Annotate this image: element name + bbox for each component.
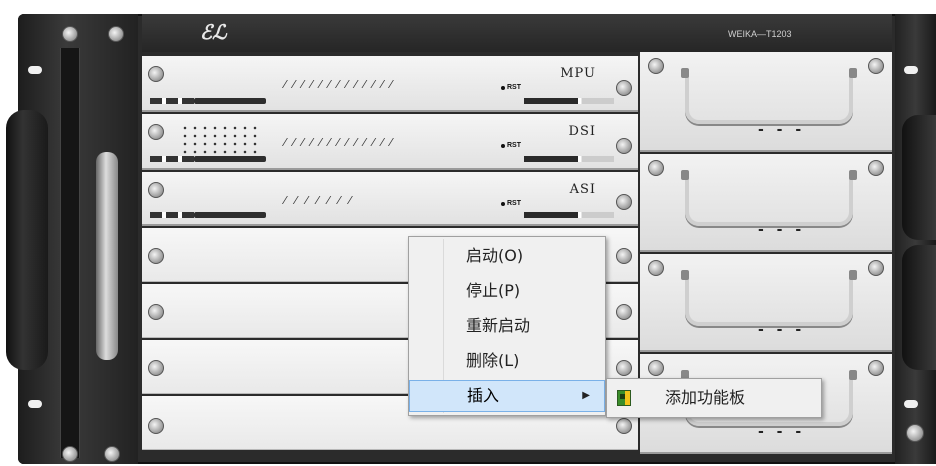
module-handle: [681, 270, 857, 326]
screw-icon: [148, 182, 164, 198]
menu-item-insert[interactable]: 插入 ▶: [409, 380, 605, 412]
screw-icon: [868, 160, 884, 176]
rst-label: RST: [501, 142, 521, 149]
menu-item-label: 启动(O): [466, 246, 524, 265]
right-handle-lower: [902, 245, 936, 370]
led-ticks: ⁄⁄⁄⁄⁄⁄⁄⁄⁄⁄⁄⁄⁄: [284, 136, 399, 149]
screw-icon: [648, 360, 664, 376]
screw-icon: [868, 58, 884, 74]
screw-icon: [868, 260, 884, 276]
submenu-item-add-board[interactable]: 添加功能板: [609, 382, 819, 414]
board-icon: [617, 390, 631, 406]
screw-icon: [616, 418, 632, 434]
screw-icon: [148, 418, 164, 434]
screw-icon: [616, 138, 632, 154]
module-indicator: - - -: [758, 322, 806, 338]
insert-submenu: 添加功能板: [606, 378, 822, 418]
led-ticks: ⁄⁄⁄⁄⁄⁄⁄: [284, 194, 360, 207]
rst-label: RST: [501, 84, 521, 91]
screw-icon: [616, 360, 632, 376]
module-indicator: - - -: [758, 222, 806, 238]
screw-icon: [648, 160, 664, 176]
power-module[interactable]: - - -: [640, 52, 892, 152]
model-label: WEIKA—T1203: [728, 29, 792, 39]
submenu-arrow-icon: ▶: [582, 390, 590, 401]
screw-icon: [616, 194, 632, 210]
left-rail: [60, 48, 80, 458]
left-inner-handle: [96, 152, 118, 360]
card-label: ASI: [569, 182, 596, 197]
screw-icon: [104, 446, 120, 462]
power-module[interactable]: - - -: [640, 154, 892, 252]
screw-icon: [148, 124, 164, 140]
menu-item-restart[interactable]: 重新启动: [409, 311, 605, 341]
mount-slot: [28, 400, 42, 408]
screw-icon: [148, 66, 164, 82]
mount-slot: [904, 400, 918, 408]
menu-item-label: 停止(P): [466, 281, 521, 300]
module-handle: [681, 68, 857, 124]
connector-strip: [524, 212, 614, 218]
connector-strip: [194, 156, 266, 162]
module-indicator: - - -: [758, 122, 806, 138]
screw-icon: [616, 248, 632, 264]
screw-icon: [648, 260, 664, 276]
connector-strip: [524, 156, 614, 162]
module-indicator: - - -: [758, 424, 806, 440]
screw-icon: [62, 26, 78, 42]
brand-logo: ℰℒ: [200, 20, 227, 44]
card-label: DSI: [568, 124, 596, 139]
left-outer-handle: [6, 110, 48, 370]
screw-icon: [868, 360, 884, 376]
indicator-dots: [180, 124, 260, 154]
screw-icon: [616, 304, 632, 320]
screw-icon: [616, 80, 632, 96]
screw-icon: [906, 424, 924, 442]
screw-icon: [148, 304, 164, 320]
screw-icon: [108, 26, 124, 42]
screw-icon: [62, 446, 78, 462]
led-ticks: ⁄⁄⁄⁄⁄⁄⁄⁄⁄⁄⁄⁄⁄: [284, 78, 399, 91]
card-slot-dsi[interactable]: DSI ⁄⁄⁄⁄⁄⁄⁄⁄⁄⁄⁄⁄⁄ RST: [142, 114, 638, 170]
power-module[interactable]: - - -: [640, 254, 892, 352]
menu-item-label: 删除(L): [466, 351, 520, 370]
menu-item-stop[interactable]: 停止(P): [409, 276, 605, 306]
submenu-item-label: 添加功能板: [665, 388, 746, 407]
menu-item-start[interactable]: 启动(O): [409, 241, 605, 271]
screw-icon: [148, 248, 164, 264]
right-handle-upper: [902, 115, 936, 240]
card-label: MPU: [560, 66, 596, 81]
mount-slot: [28, 66, 42, 74]
screw-icon: [648, 58, 664, 74]
menu-item-label: 插入: [467, 386, 500, 405]
context-menu: 启动(O) 停止(P) 重新启动 删除(L) 插入 ▶: [408, 236, 606, 416]
menu-item-label: 重新启动: [466, 316, 531, 335]
menu-item-delete[interactable]: 删除(L): [409, 346, 605, 376]
connector-strip: [194, 98, 266, 104]
module-handle: [681, 170, 857, 226]
screw-icon: [148, 360, 164, 376]
card-slot-mpu[interactable]: MPU ⁄⁄⁄⁄⁄⁄⁄⁄⁄⁄⁄⁄⁄ RST: [142, 56, 638, 112]
connector-strip: [524, 98, 614, 104]
card-slot-asi[interactable]: ASI ⁄⁄⁄⁄⁄⁄⁄ RST: [142, 172, 638, 226]
rst-label: RST: [501, 200, 521, 207]
connector-strip: [194, 212, 266, 218]
mount-slot: [904, 66, 918, 74]
